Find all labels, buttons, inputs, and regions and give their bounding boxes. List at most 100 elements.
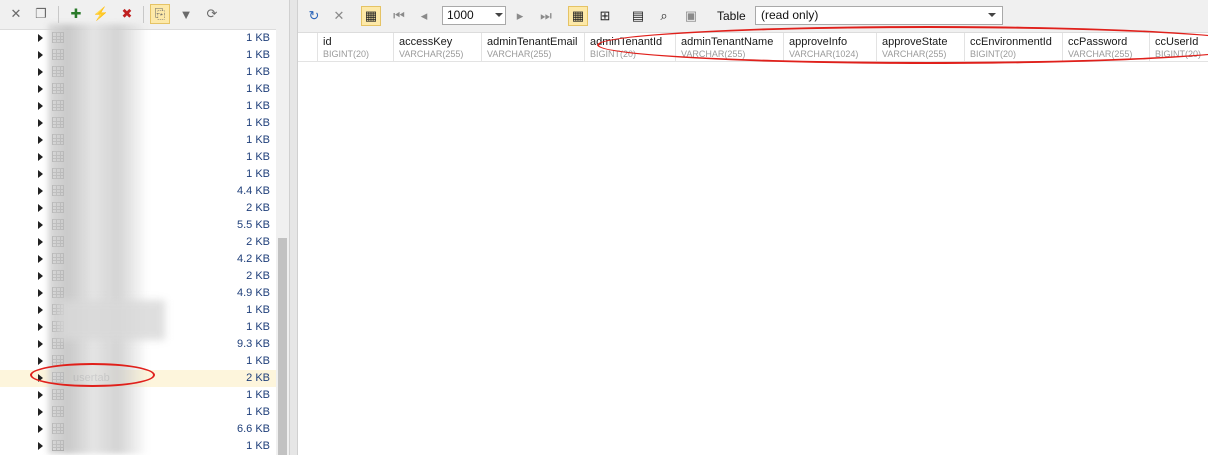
limit-input[interactable]: 1000 xyxy=(442,6,506,25)
column-type: VARCHAR(255) xyxy=(681,49,746,59)
table-size: 9.3 KB xyxy=(236,338,270,350)
column-type: BIGINT(20) xyxy=(590,49,637,59)
expand-arrow-icon[interactable] xyxy=(38,272,43,280)
column-name: approveState xyxy=(882,36,948,48)
last-page-icon[interactable]: ⏭ xyxy=(536,6,556,26)
redaction-blur xyxy=(60,300,165,340)
expand-arrow-icon[interactable] xyxy=(38,255,43,263)
column-header[interactable]: adminTenantName VARCHAR(255) xyxy=(676,33,784,61)
table-size: 4.9 KB xyxy=(236,287,270,299)
grid-view-icon[interactable]: ▦ xyxy=(568,6,588,26)
expand-arrow-icon[interactable] xyxy=(38,68,43,76)
table-size: 1 KB xyxy=(246,151,270,163)
table-size: 1 KB xyxy=(246,49,270,61)
expand-arrow-icon[interactable] xyxy=(38,391,43,399)
close-connection-icon[interactable]: ✖ xyxy=(117,4,137,24)
pane-splitter[interactable] xyxy=(289,0,298,455)
table-size: 1 KB xyxy=(246,321,270,333)
table-mode-value: (read only) xyxy=(761,8,819,22)
prev-page-icon[interactable]: ◂ xyxy=(414,6,434,26)
add-connection-icon[interactable]: ✚ xyxy=(66,4,86,24)
grid-mode-icon[interactable]: ▦ xyxy=(361,6,381,26)
expand-arrow-icon[interactable] xyxy=(38,340,43,348)
expand-arrow-icon[interactable] xyxy=(38,119,43,127)
table-size: 1 KB xyxy=(246,406,270,418)
stop-icon[interactable]: ✕ xyxy=(329,6,349,26)
disconnect-icon[interactable]: ⚡ xyxy=(91,4,111,24)
table-size: 2 KB xyxy=(246,270,270,282)
expand-arrow-icon[interactable] xyxy=(38,289,43,297)
restore-icon[interactable]: ❐ xyxy=(31,4,51,24)
expand-arrow-icon[interactable] xyxy=(38,323,43,331)
tree-scrollbar-thumb[interactable] xyxy=(278,238,287,455)
expand-arrow-icon[interactable] xyxy=(38,408,43,416)
expand-arrow-icon[interactable] xyxy=(38,357,43,365)
expand-arrow-icon[interactable] xyxy=(38,204,43,212)
export-icon[interactable]: ▣ xyxy=(681,6,701,26)
columns-icon[interactable]: ▤ xyxy=(628,6,648,26)
table-size: 1 KB xyxy=(246,83,270,95)
table-size: 1 KB xyxy=(246,440,270,452)
table-size: 1 KB xyxy=(246,355,270,367)
expand-arrow-icon[interactable] xyxy=(38,102,43,110)
expand-arrow-icon[interactable] xyxy=(38,51,43,59)
column-type: BIGINT(20) xyxy=(970,49,1017,59)
column-type: VARCHAR(255) xyxy=(882,49,947,59)
table-mode-select[interactable]: (read only) xyxy=(755,6,1003,25)
expand-arrow-icon[interactable] xyxy=(38,34,43,42)
expand-arrow-icon[interactable] xyxy=(38,442,43,450)
data-toolbar: ↻ ✕ ▦ ⏮ ◂ 1000 ▸ ⏭ ▦ ⊞ ▤ ⌕ ▣ Table (read… xyxy=(298,0,1208,33)
column-header[interactable]: accessKey VARCHAR(255) xyxy=(394,33,482,61)
chevron-down-icon[interactable] xyxy=(988,13,996,17)
table-size: 1 KB xyxy=(246,389,270,401)
copy-icon[interactable]: ⎘ xyxy=(150,4,170,24)
expand-arrow-icon[interactable] xyxy=(38,221,43,229)
refresh-icon[interactable]: ⟳ xyxy=(202,4,222,24)
limit-value: 1000 xyxy=(447,8,474,22)
table-size: 1 KB xyxy=(246,100,270,112)
column-header[interactable]: adminTenantEmail VARCHAR(255) xyxy=(482,33,585,61)
column-header[interactable]: id BIGINT(20) xyxy=(318,33,394,61)
column-header[interactable]: adminTenantId BIGINT(20) xyxy=(585,33,676,61)
table-size: 1 KB xyxy=(246,32,270,44)
expand-arrow-icon[interactable] xyxy=(38,306,43,314)
table-size: 4.2 KB xyxy=(236,253,270,265)
grid-corner[interactable] xyxy=(298,33,318,61)
table-size: 1 KB xyxy=(246,66,270,78)
refresh-icon[interactable]: ↻ xyxy=(304,6,324,26)
first-page-icon[interactable]: ⏮ xyxy=(389,6,409,26)
next-page-icon[interactable]: ▸ xyxy=(510,6,530,26)
column-name: adminTenantEmail xyxy=(487,36,578,48)
expand-arrow-icon[interactable] xyxy=(38,153,43,161)
column-header[interactable]: ccEnvironmentId BIGINT(20) xyxy=(965,33,1063,61)
column-name: ccUserId xyxy=(1155,36,1199,48)
column-header[interactable]: approveState VARCHAR(255) xyxy=(877,33,965,61)
table-size: 5.5 KB xyxy=(236,219,270,231)
expand-arrow-icon[interactable] xyxy=(38,136,43,144)
form-view-icon[interactable]: ⊞ xyxy=(595,6,615,26)
expand-arrow-icon[interactable] xyxy=(38,85,43,93)
chevron-down-icon[interactable] xyxy=(495,13,503,17)
table-size: 6.6 KB xyxy=(236,423,270,435)
column-header[interactable]: ccPassword VARCHAR(255) xyxy=(1063,33,1150,61)
zoom-icon[interactable]: ⌕ xyxy=(654,6,674,26)
table-size: 2 KB xyxy=(246,202,270,214)
column-type: VARCHAR(1024) xyxy=(789,49,859,59)
table-size: 4.4 KB xyxy=(236,185,270,197)
expand-arrow-icon[interactable] xyxy=(38,187,43,195)
column-name: adminTenantId xyxy=(590,36,663,48)
expand-arrow-icon[interactable] xyxy=(38,374,43,382)
table-size: 1 KB xyxy=(246,304,270,316)
expand-arrow-icon[interactable] xyxy=(38,238,43,246)
filter-icon[interactable]: ▼ xyxy=(176,4,196,24)
column-type: VARCHAR(255) xyxy=(487,49,552,59)
table-size: 2 KB xyxy=(246,236,270,248)
expand-arrow-icon[interactable] xyxy=(38,425,43,433)
column-header[interactable]: approveInfo VARCHAR(1024) xyxy=(784,33,877,61)
grid-header: id BIGINT(20) accessKey VARCHAR(255) adminTe… xyxy=(298,33,1208,62)
expand-arrow-icon[interactable] xyxy=(38,170,43,178)
data-pane: ↻ ✕ ▦ ⏮ ◂ 1000 ▸ ⏭ ▦ ⊞ ▤ ⌕ ▣ Table (read… xyxy=(298,0,1208,455)
table-size: 2 KB xyxy=(246,372,270,384)
column-header[interactable]: ccUserId BIGINT(20) xyxy=(1150,33,1208,61)
close-icon[interactable]: ✕ xyxy=(6,4,26,24)
